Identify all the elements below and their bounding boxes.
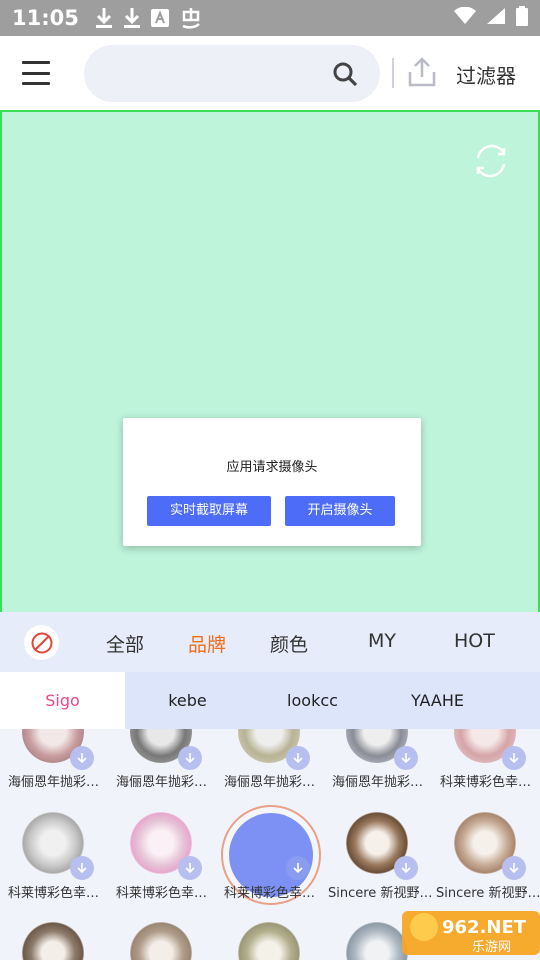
download-icon[interactable] <box>70 856 94 880</box>
top-bar: 过滤器 <box>0 36 540 110</box>
download-icon[interactable] <box>178 856 202 880</box>
download-icon[interactable] <box>502 746 526 770</box>
filter-button[interactable]: 过滤器 <box>456 60 516 89</box>
search-input[interactable] <box>84 45 380 102</box>
notification-icons <box>95 6 203 30</box>
camera-preview: 应用请求摄像头 实时截取屏幕 开启摄像头 <box>0 110 540 612</box>
lens-thumbnail[interactable] <box>346 922 408 960</box>
tab-hot[interactable]: HOT <box>454 630 495 652</box>
brand-tab-yaahe[interactable]: YAAHE <box>375 672 500 729</box>
switch-camera-icon[interactable] <box>470 140 512 182</box>
lens-label: Sincere 新视野… <box>436 886 540 901</box>
site-watermark-logo: 962.NET 乐游网 <box>402 911 540 955</box>
lens-thumbnail[interactable] <box>238 922 300 960</box>
download-icon[interactable] <box>178 746 202 770</box>
battery-icon <box>516 6 528 30</box>
lens-label: 科莱博彩色幸… <box>8 886 100 901</box>
download-icon[interactable] <box>286 856 310 880</box>
menu-icon[interactable] <box>20 58 52 88</box>
download-icon[interactable] <box>394 856 418 880</box>
status-bar: 11:05 <box>0 0 540 36</box>
download-icon[interactable] <box>394 746 418 770</box>
font-a-icon <box>150 9 169 27</box>
download-icon <box>123 7 141 29</box>
camera-permission-dialog: 应用请求摄像头 实时截取屏幕 开启摄像头 <box>123 418 421 546</box>
wifi-icon <box>454 6 476 29</box>
download-icon[interactable] <box>502 856 526 880</box>
lens-label: 海俪恩年抛彩… <box>116 775 208 790</box>
brand-tab-sigo[interactable]: Sigo <box>0 672 125 729</box>
watermark-text-bottom: 乐游网 <box>472 940 511 955</box>
lens-thumbnail[interactable] <box>22 922 84 960</box>
clear-icon[interactable] <box>24 625 59 660</box>
download-icon[interactable] <box>70 746 94 770</box>
lens-label: 海俪恩年抛彩… <box>8 775 100 790</box>
lens-label: 科莱博彩色幸… <box>440 775 532 790</box>
brand-tab-kebe[interactable]: kebe <box>125 672 250 729</box>
bug-icon <box>179 6 203 30</box>
download-icon[interactable] <box>286 746 310 770</box>
lens-label: 海俪恩年抛彩… <box>224 775 316 790</box>
system-icons <box>454 6 528 30</box>
open-camera-button[interactable]: 开启摄像头 <box>285 496 395 526</box>
search-icon[interactable] <box>332 61 358 87</box>
dialog-title: 应用请求摄像头 <box>226 460 318 475</box>
brand-tabs: Sigo kebe lookcc YAAHE <box>0 672 540 729</box>
signal-icon <box>486 7 506 29</box>
brand-tab-lookcc[interactable]: lookcc <box>250 672 375 729</box>
toolbar-divider <box>392 58 394 88</box>
lens-thumbnail[interactable] <box>130 922 192 960</box>
tab-all[interactable]: 全部 <box>106 630 144 657</box>
status-time: 11:05 <box>12 6 79 30</box>
category-tabs: 全部 品牌 颜色 MY HOT <box>0 612 540 672</box>
tab-color[interactable]: 颜色 <box>270 630 308 657</box>
lens-label: 科莱博彩色幸… <box>224 886 316 901</box>
lens-label: Sincere 新视野… <box>328 886 432 901</box>
capture-screen-button[interactable]: 实时截取屏幕 <box>147 496 271 526</box>
lens-label: 海俪恩年抛彩… <box>332 775 424 790</box>
share-icon[interactable] <box>406 56 438 88</box>
tab-my[interactable]: MY <box>368 630 396 652</box>
download-icon <box>95 7 113 29</box>
tab-brand[interactable]: 品牌 <box>188 630 226 657</box>
lens-label: 科莱博彩色幸… <box>116 886 208 901</box>
watermark-text-top: 962.NET <box>442 917 527 938</box>
